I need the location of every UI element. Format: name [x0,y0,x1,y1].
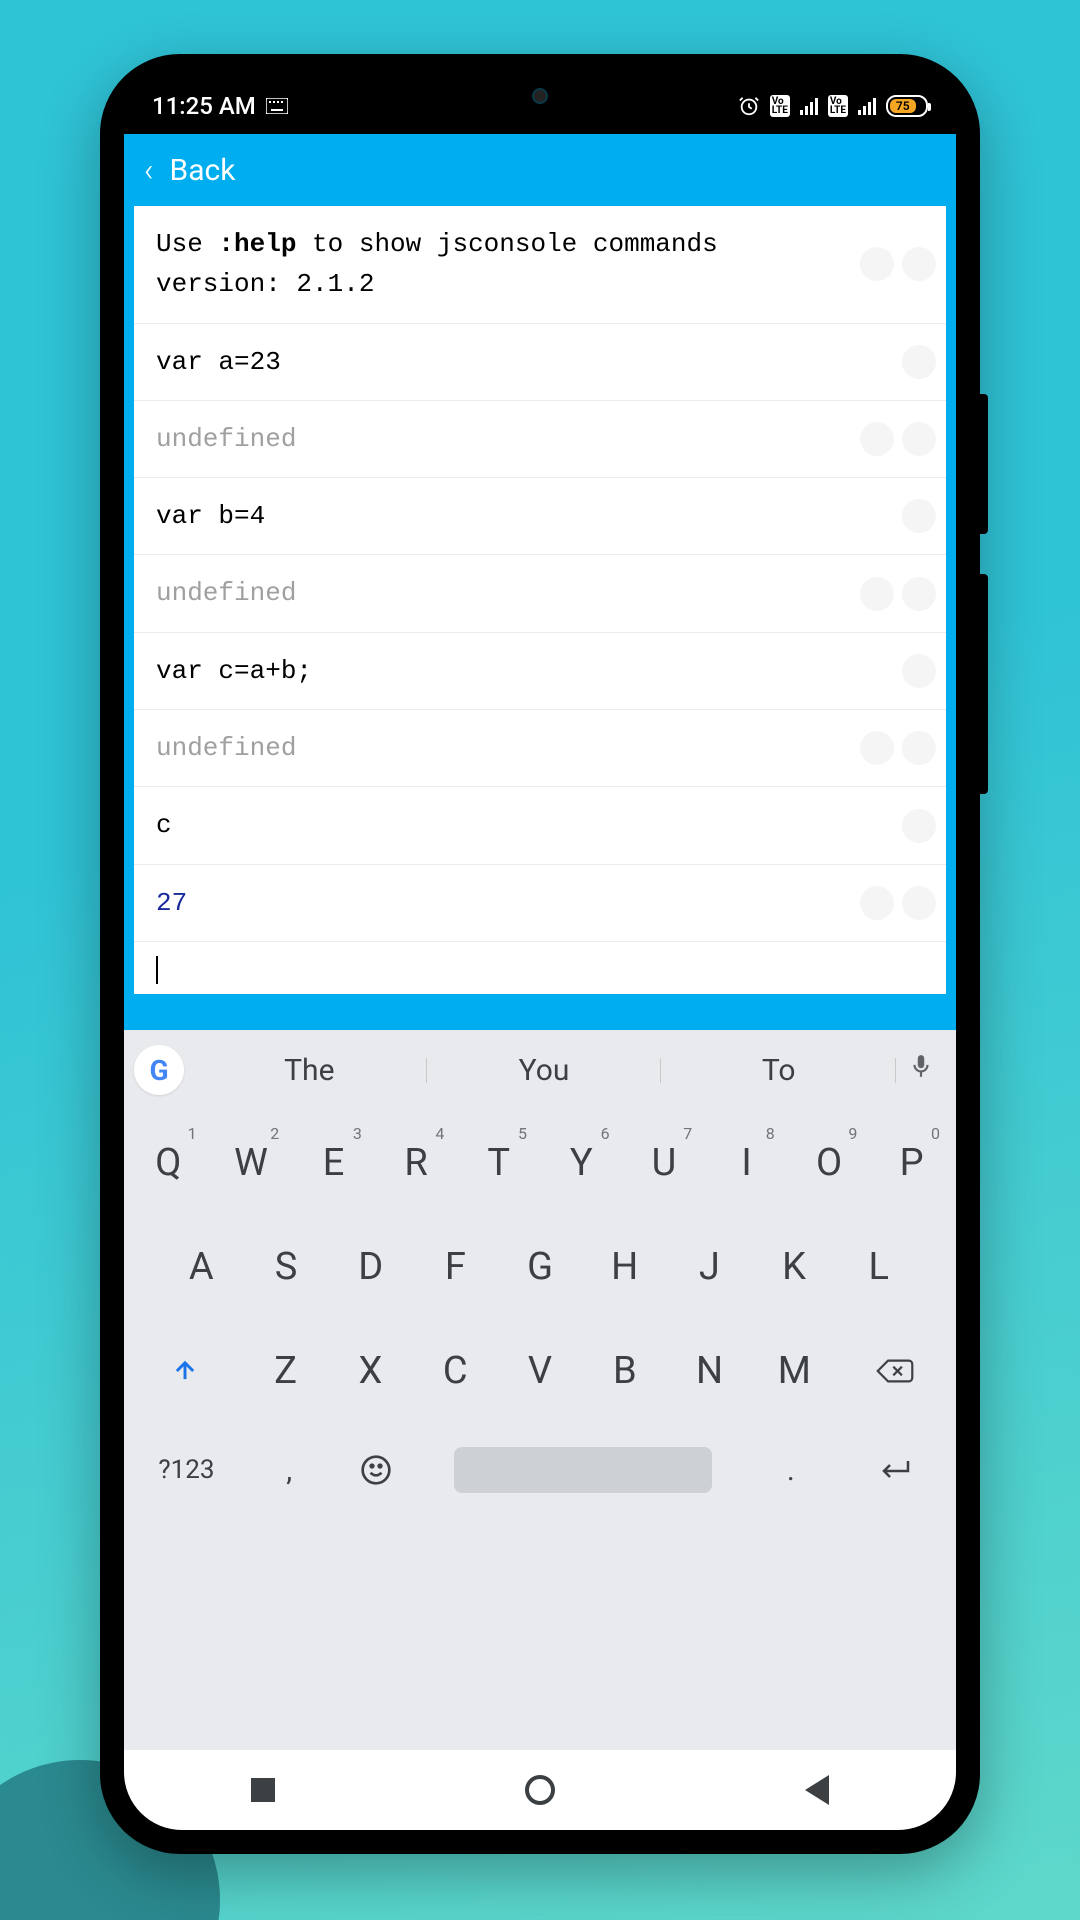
intro-cmd: :help [218,229,296,259]
volte-icon: VoLTE [770,95,790,117]
console-input: var b=4 [134,478,946,555]
keyboard-row-2: ASDFGHJKL [130,1222,950,1312]
row-actions[interactable] [860,886,936,920]
row-actions[interactable] [860,577,936,611]
key-f[interactable]: F [416,1222,495,1312]
text-cursor [156,956,158,984]
intro-prefix: Use [156,229,218,259]
back-nav-button[interactable] [797,1770,837,1810]
row-actions[interactable] [860,731,936,765]
version-line: version: 2.1.2 [156,264,924,304]
row-actions[interactable] [860,247,936,281]
key-j[interactable]: J [670,1222,749,1312]
google-icon[interactable]: G [134,1045,184,1095]
suggestion-bar: G The You To [124,1030,956,1110]
volte-icon: VoLTE [828,95,848,117]
key-x[interactable]: X [331,1326,410,1416]
suggestion-2[interactable]: You [427,1053,662,1088]
key-h[interactable]: H [585,1222,664,1312]
battery-icon: 75 [886,95,928,117]
row-actions[interactable] [860,422,936,456]
key-n[interactable]: N [670,1326,749,1416]
comma-key[interactable]: , [249,1430,330,1510]
console-output: undefined [134,710,946,787]
key-k[interactable]: K [755,1222,834,1312]
key-p[interactable]: P0 [873,1118,950,1208]
symbols-key[interactable]: ?123 [130,1430,243,1510]
battery-level: 75 [890,99,916,113]
key-t[interactable]: T5 [460,1118,537,1208]
enter-key[interactable] [837,1430,950,1510]
android-navbar [124,1750,956,1830]
key-w[interactable]: W2 [213,1118,290,1208]
key-g[interactable]: G [501,1222,580,1312]
phone-screen: 11:25 AM VoLTE VoLTE 75 ‹ Back [124,78,956,1830]
soft-keyboard: G The You To Q1W2E3R4T5Y6U7I8O9P0 ASDFGH… [124,1030,956,1750]
row-actions[interactable] [902,345,936,379]
period-key[interactable]: . [751,1430,832,1510]
status-time: 11:25 AM [152,92,256,120]
keyboard-row-4: ?123 , . [130,1430,950,1510]
suggestion-1[interactable]: The [192,1053,427,1088]
key-r[interactable]: R4 [378,1118,455,1208]
key-q[interactable]: Q1 [130,1118,207,1208]
phone-side-button [980,574,988,794]
key-u[interactable]: U7 [626,1118,703,1208]
key-c[interactable]: C [416,1326,495,1416]
console-input: var a=23 [134,324,946,401]
row-actions[interactable] [902,809,936,843]
home-button[interactable] [520,1770,560,1810]
suggestion-3[interactable]: To [661,1053,896,1088]
space-key[interactable] [422,1430,744,1510]
emoji-key[interactable] [335,1430,416,1510]
console-input: c [134,787,946,864]
key-o[interactable]: O9 [791,1118,868,1208]
console[interactable]: Use :help to show jsconsole commands ver… [134,206,946,994]
key-z[interactable]: Z [246,1326,325,1416]
key-m[interactable]: M [755,1326,834,1416]
intro-suffix: to show jsconsole commands [296,229,717,259]
alarm-icon [738,95,760,117]
key-v[interactable]: V [501,1326,580,1416]
phone-notch [410,78,670,114]
key-i[interactable]: I8 [708,1118,785,1208]
console-output: undefined [134,401,946,478]
shift-key[interactable] [130,1326,240,1416]
console-input: var c=a+b; [134,633,946,710]
signal-icon [858,97,876,115]
keyboard-indicator-icon [266,98,288,114]
back-button[interactable]: Back [170,153,236,188]
row-actions[interactable] [902,654,936,688]
keyboard-row-3: ZXCVBNM [130,1326,950,1416]
console-result: 27 [134,865,946,942]
key-d[interactable]: D [331,1222,410,1312]
console-container: Use :help to show jsconsole commands ver… [124,206,956,1030]
key-s[interactable]: S [247,1222,326,1312]
key-l[interactable]: L [839,1222,918,1312]
back-icon[interactable]: ‹ [144,151,154,189]
recents-button[interactable] [243,1770,283,1810]
signal-icon [800,97,818,115]
mic-icon[interactable] [896,1049,946,1091]
console-intro: Use :help to show jsconsole commands ver… [134,206,946,324]
phone-frame: 11:25 AM VoLTE VoLTE 75 ‹ Back [100,54,980,1854]
key-a[interactable]: A [162,1222,241,1312]
backspace-key[interactable] [840,1326,950,1416]
row-actions[interactable] [902,499,936,533]
key-y[interactable]: Y6 [543,1118,620,1208]
keyboard-row-1: Q1W2E3R4T5Y6U7I8O9P0 [130,1118,950,1208]
console-input-line[interactable] [134,942,946,994]
key-e[interactable]: E3 [295,1118,372,1208]
console-output: undefined [134,555,946,632]
app-header: ‹ Back [124,134,956,206]
key-b[interactable]: B [585,1326,664,1416]
phone-side-button [980,394,988,534]
